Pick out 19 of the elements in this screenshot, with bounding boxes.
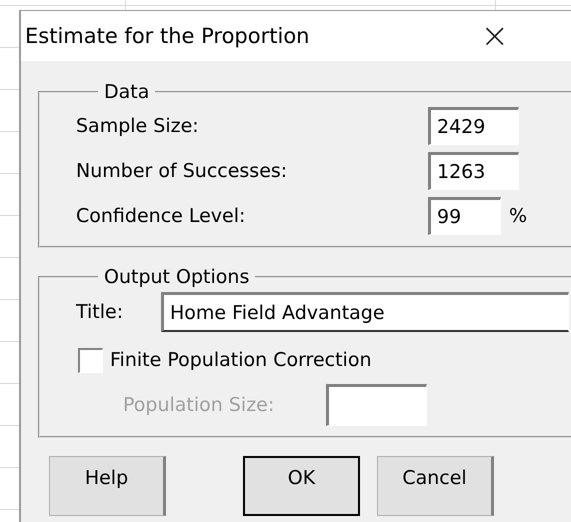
dialog-button[interactable]: Help (49, 456, 166, 516)
field-label: Title: (76, 301, 124, 323)
window-title: Estimate for the Proportion (25, 24, 310, 48)
checkbox[interactable] (78, 348, 103, 372)
unit-label: % (509, 204, 528, 226)
field-label: Sample Size: (76, 114, 200, 136)
group-title: Data (103, 81, 150, 103)
close-button[interactable]: × (480, 19, 509, 53)
dialog-button[interactable]: OK (243, 456, 360, 516)
dialog-button[interactable]: Cancel (377, 456, 494, 516)
field-label: Number of Successes: (76, 160, 288, 182)
input-field[interactable]: 1263 (428, 152, 519, 190)
group-title: Output Options (103, 266, 250, 288)
input-field[interactable]: 99 (428, 196, 501, 234)
field-label: Confidence Level: (76, 204, 246, 226)
checkbox-label: Finite Population Correction (110, 349, 372, 371)
field-label: Population Size: (123, 394, 276, 416)
input-field[interactable]: 2429 (428, 106, 519, 144)
title-field[interactable]: Home Field Advantage (161, 292, 569, 332)
